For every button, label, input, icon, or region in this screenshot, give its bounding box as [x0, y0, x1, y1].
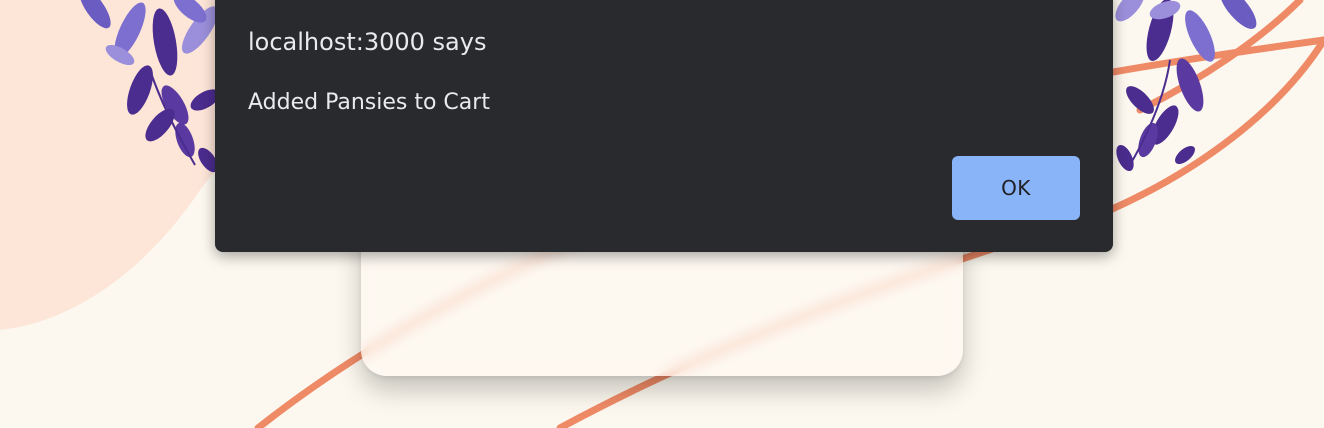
wisteria-right-cluster: [1115, 0, 1257, 172]
dialog-message: Added Pansies to Cart: [248, 90, 490, 115]
alert-dialog: localhost:3000 says Added Pansies to Car…: [215, 0, 1113, 252]
dialog-title: localhost:3000 says: [248, 28, 487, 56]
ok-button[interactable]: OK: [952, 156, 1080, 220]
